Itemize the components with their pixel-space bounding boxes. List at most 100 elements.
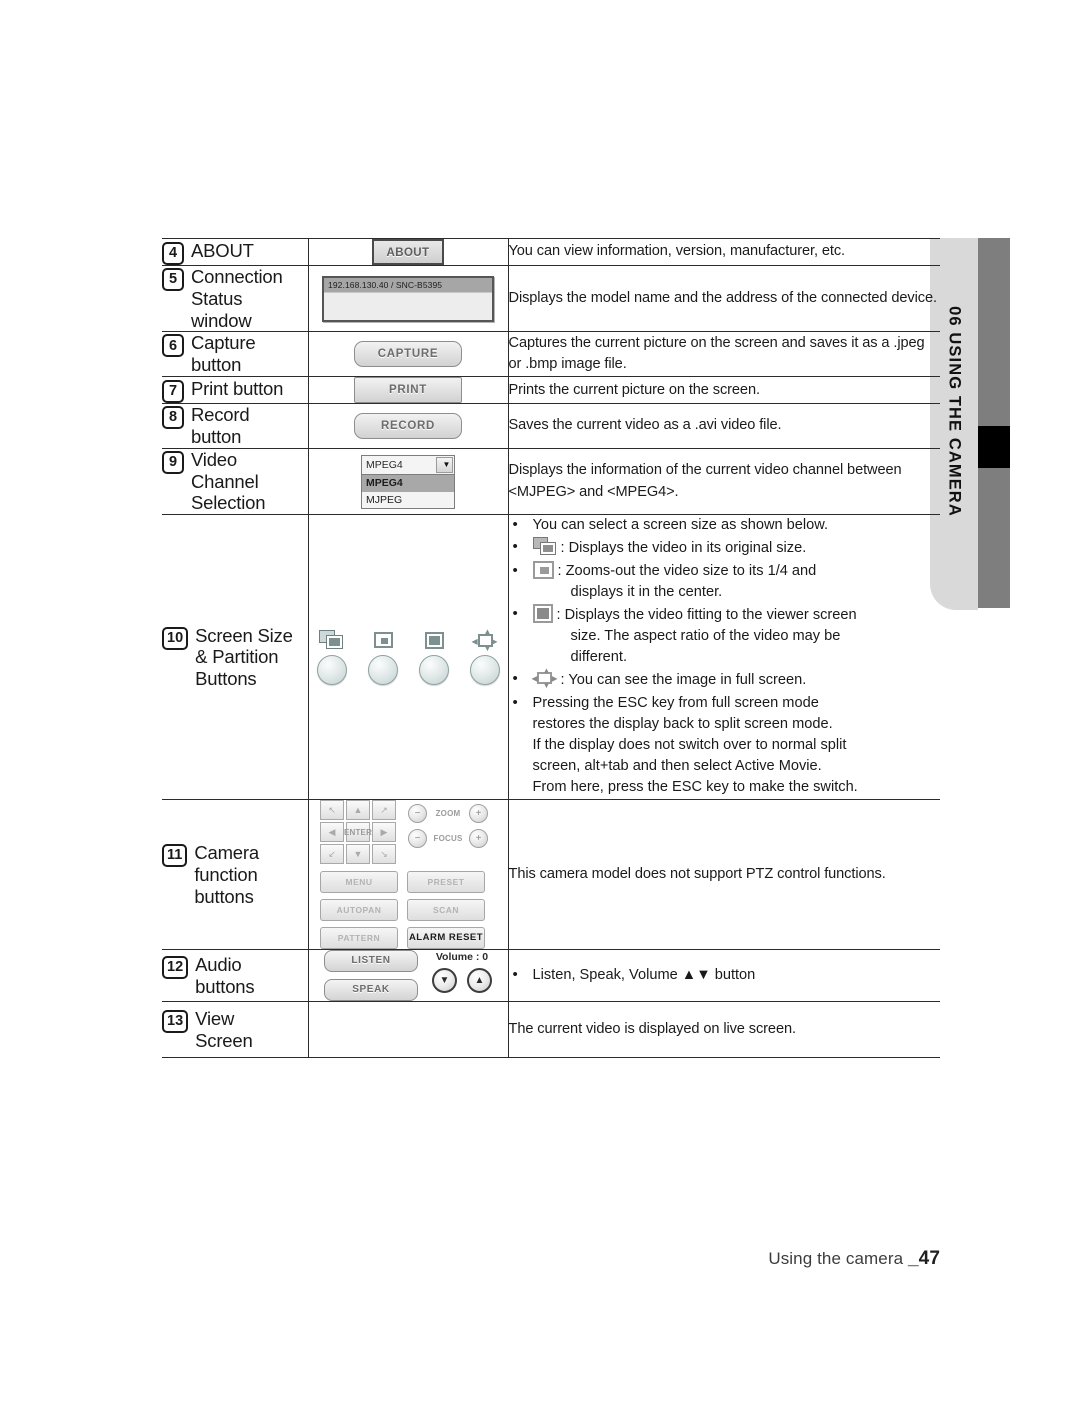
row-label: Screen Size & Partition Buttons: [195, 624, 293, 690]
table-row: 8 Record button RECORD Saves the current …: [162, 403, 940, 449]
dpad-down-right-button[interactable]: ↘: [372, 844, 396, 865]
print-button[interactable]: PRINT: [354, 377, 462, 404]
zoom-label: ZOOM: [435, 809, 461, 819]
bullet-fit-text: : Displays the video fitting to the view…: [556, 606, 857, 623]
zoom-in-button[interactable]: +: [469, 804, 488, 824]
row-description: You can view information, version, manuf…: [508, 243, 846, 260]
table-row: 10 Screen Size & Partition Buttons ▲ ▼ ◀…: [162, 514, 941, 801]
bullet-esc-line4: screen, alt+tab and then select Active M…: [532, 758, 822, 774]
fullscreen-icon: ▲▼ ◀▶: [531, 666, 558, 691]
capture-button[interactable]: CAPTURE: [354, 341, 462, 368]
volume-down-button[interactable]: ▼: [432, 968, 457, 994]
row-description-cell: You can view information, version, manuf…: [508, 238, 940, 266]
row-label: Audio buttons: [195, 953, 255, 997]
row-widget-cell: RECORD: [307, 403, 509, 449]
fullscreen-knob[interactable]: [469, 654, 500, 685]
original-size-icon: [532, 537, 557, 556]
table-row: 12 Audio buttons LISTEN SPEAK Volume : 0 …: [162, 949, 940, 1003]
row-number-badge: 4: [162, 241, 184, 265]
row-label-cell: 11 Camera function buttons: [162, 799, 308, 951]
bullet-fullscreen: ▲▼ ◀▶ : You can see the image in full sc…: [509, 666, 941, 691]
row-number-badge: 12: [162, 955, 189, 979]
video-channel-combo[interactable]: MPEG4 ▼ MPEG4 MJPEG: [361, 454, 455, 509]
dpad-left-button[interactable]: ◀: [320, 822, 344, 843]
bullet-original-text: : Displays the video in its original siz…: [560, 540, 807, 557]
dpad-up-button[interactable]: ▲: [346, 800, 370, 821]
row-label-cell: 8 Record button: [162, 403, 308, 449]
screen-size-original[interactable]: [315, 629, 349, 685]
bullet-esc-line2: restores the display back to split scree…: [532, 715, 833, 732]
dpad-down-left-button[interactable]: ↙: [320, 844, 344, 865]
connection-status-window[interactable]: 192.168.130.40 / SNC-B5395: [322, 275, 494, 322]
row-label: ABOUT: [191, 239, 254, 261]
focus-near-button[interactable]: −: [408, 829, 427, 849]
speak-button[interactable]: SPEAK: [324, 979, 418, 1002]
ptz-dpad: ↖ ▲ ↗ ◀ ENTER ▶ ↙ ▼ ↘: [320, 800, 396, 865]
dpad-down-button[interactable]: ▼: [346, 844, 370, 865]
row-description-cell: Listen, Speak, Volume ▲▼ button: [508, 949, 940, 1003]
table-row: 11 Camera function buttons ↖ ▲ ↗ ◀ ENTER ▶…: [162, 799, 940, 951]
original-size-knob[interactable]: [316, 654, 347, 685]
dpad-enter-button[interactable]: ENTER: [344, 822, 372, 843]
fullscreen-icon: ▲▼ ◀▶: [471, 626, 498, 653]
dpad-up-left-button[interactable]: ↖: [320, 800, 344, 821]
listen-button[interactable]: LISTEN: [324, 950, 418, 973]
row-description: The current video is displayed on live s…: [508, 1021, 797, 1038]
screen-size-buttons: ▲ ▼ ◀ ▶: [309, 626, 508, 689]
row-number-badge: 11: [162, 844, 188, 868]
side-tab-dark-strip: [978, 238, 1010, 608]
row-description: Listen, Speak, Volume ▲▼ button: [532, 966, 756, 983]
bullet-intro-text: You can select a screen size as shown be…: [532, 517, 829, 534]
alarm-reset-button[interactable]: ALARM RESET: [407, 927, 485, 950]
row-widget-cell: ↖ ▲ ↗ ◀ ENTER ▶ ↙ ▼ ↘ − ZOOM + − FOCUS +…: [307, 799, 509, 951]
quarter-size-knob[interactable]: [367, 654, 398, 685]
row-description: Saves the current video as a .avi video …: [508, 417, 782, 434]
dpad-up-right-button[interactable]: ↗: [372, 800, 396, 821]
row-description: This camera model does not support PTZ c…: [508, 866, 886, 883]
quarter-size-icon: [532, 560, 554, 579]
chevron-down-icon[interactable]: ▼: [436, 456, 453, 473]
row-label-cell: 4 ABOUT: [162, 238, 308, 266]
combo-head[interactable]: MPEG4 ▼: [361, 454, 455, 475]
record-button[interactable]: RECORD: [354, 412, 462, 439]
preset-button[interactable]: PRESET: [407, 871, 485, 894]
dpad-right-button[interactable]: ▶: [372, 822, 396, 843]
row-number-badge: 7: [162, 379, 184, 403]
chapter-side-tab: 06 USING THE CAMERA: [930, 238, 1010, 610]
table-row: 13 View Screen The current video is displ…: [162, 1001, 940, 1059]
pattern-button[interactable]: PATTERN: [320, 927, 398, 950]
combo-selected-value: MPEG4: [366, 458, 403, 471]
screen-size-quarter[interactable]: [366, 630, 400, 685]
row-description-cell: This camera model does not support PTZ c…: [508, 799, 940, 951]
row-label: Camera function buttons: [194, 842, 259, 907]
bullet-fit: : Displays the video fitting to the view…: [509, 603, 941, 668]
row-widget-cell: LISTEN SPEAK Volume : 0 ▼ ▲: [307, 949, 509, 1003]
volume-up-button[interactable]: ▲: [467, 968, 492, 994]
table-row: 9 Video Channel Selection MPEG4 ▼ MPEG4 MJ…: [162, 448, 940, 516]
zoom-out-button[interactable]: −: [408, 804, 427, 824]
combo-option-mjpeg[interactable]: MJPEG: [361, 491, 455, 509]
focus-far-button[interactable]: +: [469, 829, 488, 849]
row-label: Print button: [191, 377, 284, 399]
scan-button[interactable]: SCAN: [407, 899, 485, 922]
row-description-cell: Captures the current picture on the scre…: [508, 331, 940, 378]
bullet-quarter-text: : Zooms-out the video size to its 1/4 an…: [557, 562, 817, 579]
about-button[interactable]: ABOUT: [372, 239, 444, 265]
screen-size-fit[interactable]: [417, 630, 451, 685]
focus-label: FOCUS: [433, 834, 463, 844]
row-widget-cell: 192.168.130.40 / SNC-B5395: [307, 265, 509, 333]
row-label: Video Channel Selection: [191, 448, 266, 514]
original-size-icon: [318, 629, 345, 652]
screen-size-fullscreen[interactable]: ▲ ▼ ◀ ▶: [468, 626, 502, 685]
row-description-cell: Saves the current video as a .avi video …: [508, 403, 940, 449]
row-description: Displays the model name and the address …: [508, 290, 938, 307]
combo-option-mpeg4[interactable]: MPEG4: [361, 474, 455, 492]
fit-screen-knob[interactable]: [418, 654, 449, 685]
autopan-button[interactable]: AUTOPAN: [320, 899, 398, 922]
menu-button[interactable]: MENU: [320, 871, 398, 894]
connection-status-entry[interactable]: 192.168.130.40 / SNC-B5395: [324, 277, 492, 293]
bullet-fit-cont2: different.: [570, 649, 628, 666]
row-number-badge: 9: [162, 450, 184, 474]
bullet-esc-line3: If the display does not switch over to n…: [532, 736, 847, 753]
side-tab-black-marker: [978, 426, 1010, 468]
